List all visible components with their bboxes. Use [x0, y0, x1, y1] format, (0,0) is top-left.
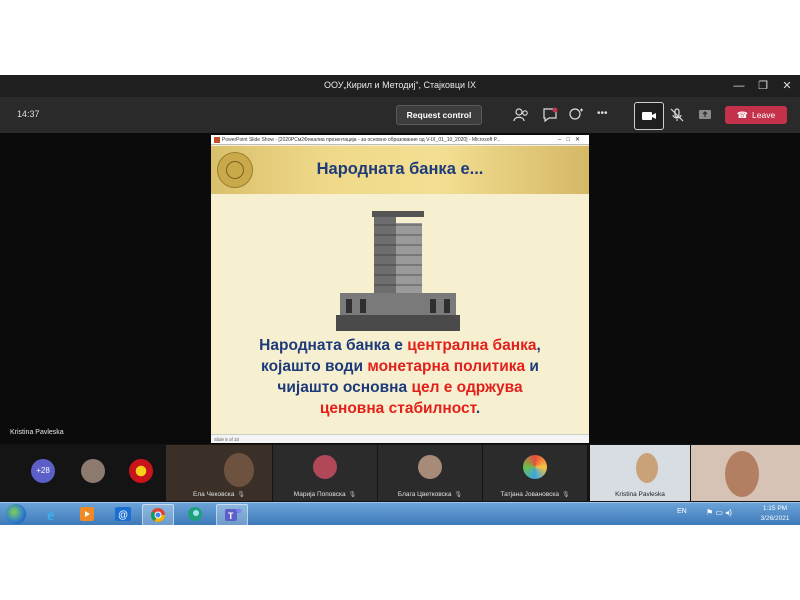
- mic-muted-icon: 🎙: [561, 492, 570, 498]
- window-title: ООУ„Кирил и Методиј“, Стајковци IX: [323, 80, 477, 90]
- slide-line1-b: централна банка: [407, 337, 537, 354]
- email-icon[interactable]: @: [108, 504, 138, 524]
- minimize-button[interactable]: —: [731, 78, 747, 94]
- title-bar: ООУ„Кирил и Методиј“, Стајковци IX — ❐ ✕: [0, 75, 800, 97]
- people-icon[interactable]: [512, 106, 530, 124]
- participant-avatar: [418, 455, 442, 479]
- meeting-timer: 14:37: [17, 109, 40, 119]
- slide-line3-a: чијашто основна: [277, 379, 412, 396]
- chat-icon[interactable]: [541, 106, 559, 124]
- svg-text:e: e: [47, 507, 54, 524]
- participant-video: [636, 453, 658, 483]
- slide-line2-c: и: [525, 358, 539, 375]
- slide-line1-a: Народната банка е: [259, 337, 408, 354]
- participant-name: Татјана Јовановска 🎙: [500, 491, 570, 498]
- slide-title: Народната банка е...: [316, 160, 484, 178]
- internet-explorer-icon[interactable]: e: [38, 504, 68, 524]
- slide-body-text: Народната банка е централна банка, којаш…: [211, 335, 589, 419]
- self-video: [725, 451, 759, 497]
- participant-tile[interactable]: Kristina Pavleska: [590, 445, 690, 501]
- national-bank-building-image: [336, 203, 460, 331]
- camera-icon: [642, 112, 656, 120]
- mic-muted-icon[interactable]: [668, 106, 686, 124]
- clock-date: 3/26/2021: [760, 515, 790, 522]
- slide-line4-a: ценовна стабилност: [319, 400, 476, 417]
- camera-toggle-button[interactable]: [634, 102, 664, 130]
- tray-icons[interactable]: ⚑ ▭ ◂): [706, 508, 732, 517]
- shared-screen-slide: PowerPoint Slide Show - [2020РСм2Финалиа…: [211, 135, 589, 443]
- self-video-tile[interactable]: [691, 445, 800, 501]
- powerpoint-window-bar: PowerPoint Slide Show - [2020РСм2Финалиа…: [211, 135, 589, 145]
- more-participants-button[interactable]: +28: [31, 459, 55, 483]
- participant-tile[interactable]: Татјана Јовановска 🎙: [483, 445, 587, 501]
- teams-icon[interactable]: T: [216, 504, 248, 525]
- more-actions-button[interactable]: •••: [597, 108, 615, 126]
- powerpoint-window-title: PowerPoint Slide Show - [2020РСм2Финалиа…: [222, 137, 501, 143]
- share-screen-icon[interactable]: [696, 106, 714, 124]
- participant-name: Марија Поповска 🎙: [293, 491, 357, 498]
- reactions-icon[interactable]: [568, 106, 586, 124]
- mic-muted-icon: 🎙: [454, 492, 463, 498]
- powerpoint-icon: [214, 136, 220, 143]
- edge-icon[interactable]: [180, 504, 210, 524]
- participant-avatar: [313, 455, 337, 479]
- restore-button[interactable]: ❐: [755, 78, 771, 94]
- slide-line2-a: којашто води: [261, 358, 368, 375]
- leave-label: Leave: [752, 110, 776, 120]
- participant-tile[interactable]: Ела Чековска 🎙: [166, 445, 272, 501]
- chrome-icon[interactable]: [142, 504, 174, 525]
- slide-line3-b: цел е одржува: [411, 379, 523, 396]
- svg-text:@: @: [118, 510, 128, 521]
- slide-status-bar: Slide 5 of 10: [211, 434, 589, 443]
- windows-taskbar: e @ T EN ⚑ ▭ ◂) 1:15 PM 3/26/2021: [0, 502, 800, 525]
- meeting-toolbar: 14:37 Request control ••• ☎ Leave: [0, 97, 800, 133]
- participant-avatar-flag[interactable]: [129, 459, 153, 483]
- participant-avatar: [523, 455, 547, 479]
- participant-name: Kristina Pavleska: [615, 491, 665, 498]
- participant-tile[interactable]: Марија Поповска 🎙: [273, 445, 377, 501]
- phone-hangup-icon: ☎: [736, 110, 749, 120]
- participant-name: Ела Чековска 🎙: [193, 491, 245, 498]
- participant-video: [224, 453, 254, 487]
- powerpoint-window-buttons: –□✕: [558, 137, 585, 143]
- slide-line2-b: монетарна политика: [367, 358, 526, 375]
- teams-meeting-window: ООУ„Кирил и Методиј“, Стајковци IX — ❐ ✕…: [0, 75, 800, 525]
- system-clock[interactable]: 1:15 PM 3/26/2021: [755, 504, 795, 524]
- slide-line1-c: ,: [536, 337, 541, 354]
- svg-text:T: T: [228, 511, 234, 521]
- slide-line4-b: .: [475, 400, 481, 417]
- start-button[interactable]: [6, 504, 26, 524]
- participant-avatar[interactable]: [81, 459, 105, 483]
- presenter-name-label: Kristina Pavleska: [10, 429, 64, 436]
- language-indicator[interactable]: EN: [677, 508, 687, 515]
- clock-time: 1:15 PM: [762, 505, 788, 512]
- leave-button[interactable]: ☎ Leave: [725, 106, 787, 124]
- close-button[interactable]: ✕: [779, 78, 795, 94]
- participant-name: Блага Цветковска 🎙: [397, 491, 463, 498]
- request-control-button[interactable]: Request control: [396, 105, 482, 125]
- mic-muted-icon: 🎙: [348, 492, 357, 498]
- participant-tile[interactable]: Блага Цветковска 🎙: [378, 445, 482, 501]
- participant-strip: +28 Ела Чековска 🎙 Марија Поповска 🎙 Блага…: [0, 444, 800, 502]
- media-player-icon[interactable]: [72, 504, 102, 524]
- mic-muted-icon: 🎙: [237, 492, 245, 498]
